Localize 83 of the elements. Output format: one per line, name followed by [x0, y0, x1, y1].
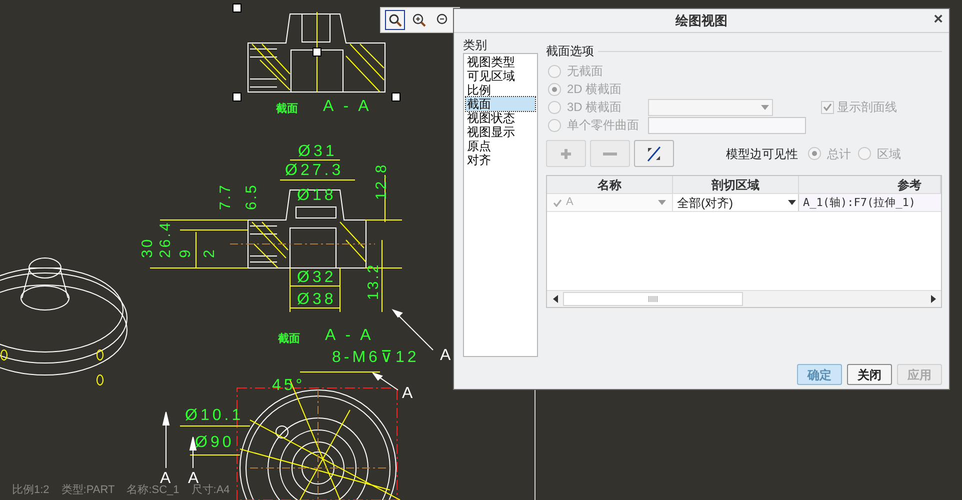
dimension-text: 6.5 — [244, 183, 259, 210]
grip-icon — [648, 296, 658, 302]
scroll-right-icon — [930, 295, 936, 303]
check-icon — [823, 103, 832, 111]
dimension-text: 9 — [178, 248, 193, 258]
group-title: 截面选项 — [546, 43, 594, 60]
dimension-text: 12.8 — [374, 162, 389, 200]
dimension-text: 26.4 — [158, 220, 173, 258]
view-caption: 截面 — [278, 334, 300, 345]
flip-arrows-icon — [646, 146, 662, 162]
dimension-text: Ø10.1 — [185, 408, 244, 424]
dimension-text: 8-M6⊽12 — [332, 350, 420, 366]
flip-button[interactable] — [634, 140, 674, 167]
caret-icon — [658, 200, 666, 205]
zoom-fit-button[interactable] — [385, 10, 405, 30]
checkbox-label: 显示剖面线 — [837, 99, 897, 116]
radio-label: 3D 横截面 — [567, 99, 623, 116]
view-caption: 截面 — [276, 104, 298, 115]
check-icon — [553, 198, 562, 206]
radio-label: 总计 — [827, 146, 851, 162]
selection-handle[interactable] — [392, 92, 400, 102]
edge-visibility-label: 模型边可见性 — [726, 146, 798, 162]
radio-label: 2D 横截面 — [567, 81, 622, 98]
scrollbar-thumb[interactable] — [563, 292, 743, 306]
selection-handle[interactable] — [232, 4, 242, 12]
category-item[interactable]: 可见区域 — [466, 69, 535, 83]
radio-label: 区域 — [877, 146, 901, 162]
table-cell-text: 全部(对齐) — [677, 194, 733, 212]
status-text: 比例1:2 — [12, 482, 50, 498]
table-cell: A_1(轴):F7(拉伸_1) — [799, 194, 941, 211]
dimension-text: 30 — [140, 237, 155, 258]
leader-arrow — [392, 309, 434, 350]
section-arrow — [162, 412, 170, 468]
category-item[interactable]: 视图类型 — [466, 55, 535, 69]
dimension-text: Ø90 — [195, 435, 234, 451]
dialog-button[interactable]: 关闭 — [847, 364, 892, 385]
zoom-in-icon — [412, 13, 426, 27]
magnifier-icon — [388, 13, 402, 27]
dimension-text: 2 — [202, 248, 217, 258]
plus-icon — [560, 148, 572, 160]
column-header: 参考 — [799, 176, 941, 193]
category-item[interactable]: 比例 — [466, 83, 535, 97]
horizontal-scrollbar[interactable] — [547, 290, 941, 307]
radio-label: 无截面 — [567, 63, 603, 80]
dimension-text: Ø38 — [297, 292, 336, 308]
category-item[interactable]: 视图状态 — [466, 111, 535, 125]
category-item[interactable]: 原点 — [466, 139, 535, 153]
dimension-text: A - A — [325, 328, 374, 344]
zoom-out-icon — [436, 13, 450, 27]
dimension-text: Ø31 — [298, 144, 338, 160]
selection-handle[interactable] — [312, 48, 322, 56]
dimension-text: Ø18 — [297, 188, 336, 204]
dimension-text: 13.2 — [366, 262, 381, 300]
selection-handle[interactable] — [232, 92, 242, 102]
dimension-text: A - A — [323, 99, 372, 115]
category-item[interactable]: 对齐 — [466, 153, 535, 167]
category-item[interactable]: 视图显示 — [466, 125, 535, 139]
dimension-text: Ø32 — [297, 270, 336, 286]
table-cell-text: A — [566, 195, 574, 210]
column-header: 剖切区域 — [673, 176, 799, 193]
radio-button[interactable] — [858, 147, 871, 160]
column-header: 名称 — [547, 176, 673, 193]
caret-icon — [788, 200, 796, 205]
status-text: 类型:PART — [61, 482, 115, 498]
scroll-left-icon — [552, 295, 558, 303]
caret-icon — [761, 104, 769, 110]
section-arrow — [189, 436, 197, 468]
radio-button[interactable] — [808, 147, 821, 160]
section-mark: A — [440, 348, 451, 364]
category-item[interactable]: 截面 — [466, 97, 535, 111]
dimension-text: 7.7 — [218, 183, 233, 210]
minus-icon — [603, 152, 617, 156]
add-button[interactable] — [546, 140, 586, 167]
status-text: 尺寸:A4 — [191, 483, 230, 498]
surface-field[interactable] — [648, 116, 806, 134]
dimension-text: Ø27.3 — [285, 163, 344, 179]
category-label: 类别 — [463, 38, 488, 53]
close-button[interactable]: × — [934, 12, 943, 28]
dialog-title: 绘图视图 — [676, 12, 728, 30]
dropdown[interactable] — [648, 98, 773, 116]
leader-arrow — [372, 372, 398, 390]
section-mark: A — [402, 386, 413, 402]
radio-label: 单个零件曲面 — [567, 117, 640, 134]
